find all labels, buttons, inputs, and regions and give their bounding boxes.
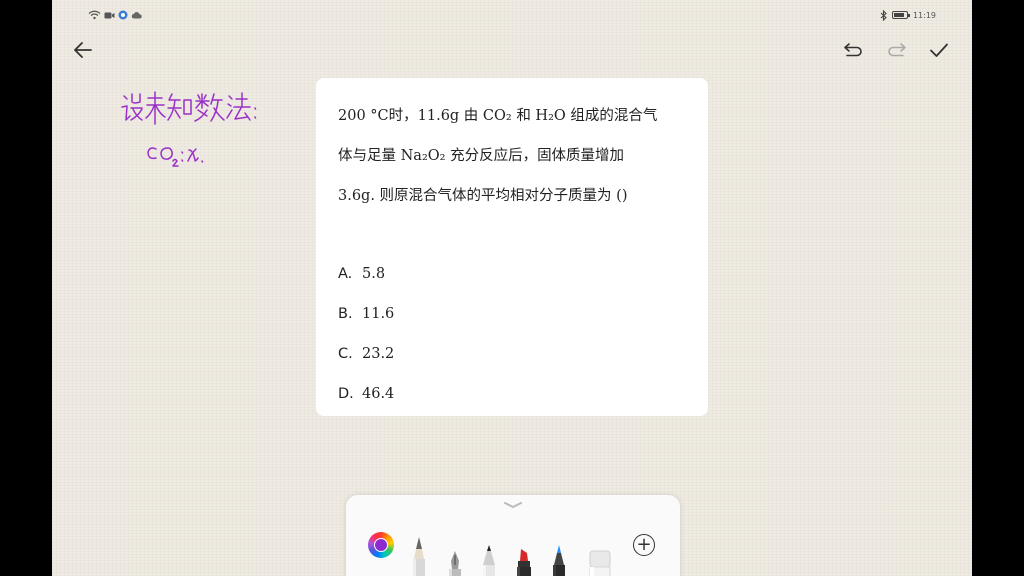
bluetooth-icon [880,9,887,21]
video-icon [104,12,115,18]
option-b[interactable]: B. 11.6 [338,294,688,334]
app-indicator-icon [118,10,128,20]
question-line-3: 3.6g. 则原混合气体的平均相对分子质量为 () [338,188,628,204]
status-bar-right: 11:19 [880,8,936,22]
arrow-left-icon [74,42,92,58]
marker-tool[interactable] [512,545,536,576]
option-value: 5.8 [362,266,386,282]
done-button[interactable] [924,36,954,64]
handwriting-strokes [121,91,257,167]
cloud-icon [131,12,142,19]
add-tool-button[interactable]: + [633,534,655,556]
pen-tray: + [346,495,680,576]
option-value: 11.6 [362,306,395,322]
brush-pen-tool[interactable] [548,543,570,576]
option-letter: C. [338,346,353,362]
status-time: 11:19 [912,10,936,20]
question-card[interactable]: 200 °C时，11.6g 由 CO₂ 和 H₂O 组成的混合气 体与足量 Na… [316,78,708,416]
battery-icon [891,11,910,19]
checkmark-icon [930,43,948,57]
answer-options: A. 5.8 B. 11.6 C. 23.2 D. 46.4 [338,254,688,414]
pencil-tool[interactable] [408,535,430,576]
eraser-tool[interactable] [586,547,614,576]
handwritten-note [114,82,264,176]
fountain-pen-tool[interactable] [444,547,466,576]
option-letter: A. [338,266,353,282]
option-letter: B. [338,306,353,322]
back-button[interactable] [68,36,98,64]
undo-icon [844,43,862,57]
question-line-1: 200 °C时，11.6g 由 CO₂ 和 H₂O 组成的混合气 [338,108,658,124]
option-d[interactable]: D. 46.4 [338,374,688,414]
selected-color-swatch [374,538,388,552]
chevron-down-icon[interactable] [502,501,524,509]
wifi-icon [88,10,101,20]
option-a[interactable]: A. 5.8 [338,254,688,294]
option-c[interactable]: C. 23.2 [338,334,688,374]
redo-button[interactable] [882,36,912,64]
ballpoint-pen-tool[interactable] [478,543,500,576]
option-letter: D. [338,386,354,402]
color-picker-button[interactable] [368,532,394,558]
status-bar-left [88,8,142,22]
notes-screen: 11:19 200 °C时，11.6g 由 CO₂ 和 H₂O 组成的混合气 体… [52,0,972,576]
undo-button[interactable] [838,36,868,64]
question-line-2: 体与足量 Na₂O₂ 充分反应后，固体质量增加 [338,148,625,164]
option-value: 23.2 [362,346,395,362]
redo-icon [888,43,906,57]
option-value: 46.4 [362,386,395,402]
